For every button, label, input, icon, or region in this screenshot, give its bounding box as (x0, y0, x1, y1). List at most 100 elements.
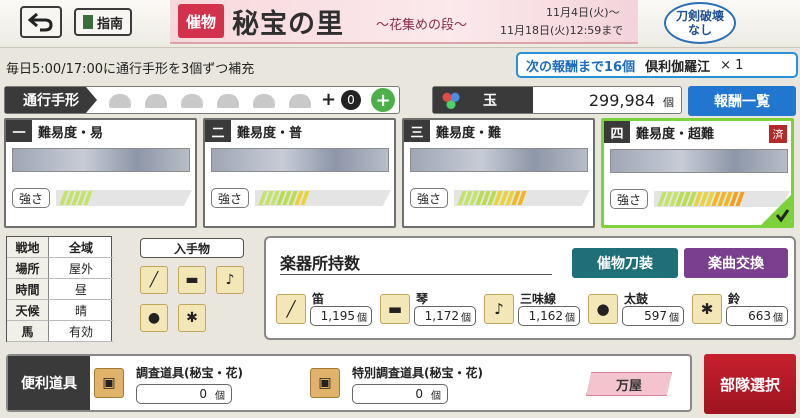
difficulty-image (410, 148, 588, 172)
currency-label-box: 玉 (433, 87, 533, 113)
shop-button[interactable]: 万屋 (586, 372, 672, 396)
difficulty-title: 難易度・普 (237, 125, 303, 141)
currency-label: 玉 (483, 93, 497, 109)
next-reward-item: 倶利伽羅江 (645, 59, 711, 75)
count-unit: 個 (461, 312, 471, 324)
guide-button[interactable]: 指南 (74, 8, 132, 36)
condition-value: 屋外 (49, 258, 113, 279)
condition-key: 場所 (7, 258, 49, 279)
difficulty-title: 難易度・超難 (636, 126, 715, 142)
strength-label: 強さ (211, 188, 249, 208)
bell-icon: ✱ (178, 304, 206, 332)
acquisitions-box: 入手物 ╱ ▬ ♪ ● ✱ (140, 236, 250, 340)
tool-name: 調査道具(秘宝・花) (136, 366, 243, 380)
strength-label: 強さ (610, 189, 648, 209)
condition-value: 有効 (49, 321, 113, 342)
difficulty-title: 難易度・難 (436, 125, 502, 141)
reward-list-button[interactable]: 報酬一覧 (688, 86, 796, 116)
difficulty-card-1[interactable]: 一 難易度・易 強さ (4, 118, 197, 228)
sword-break-badge: 刀剣破壊 なし (664, 2, 736, 44)
tools-label: 便利道具 (8, 356, 90, 410)
condition-value: 全域 (49, 237, 113, 258)
difficulty-title: 難易度・易 (38, 125, 104, 141)
difficulty-image (211, 148, 389, 172)
pass-extra-count: 0 (341, 90, 361, 110)
instrument-item: ● 太鼓 597 個 (588, 290, 688, 334)
banner-tag: 催物 (178, 4, 224, 38)
flute-icon: ╱ (140, 266, 168, 294)
difficulty-image (12, 148, 190, 172)
pass-slot-icon (109, 94, 131, 108)
difficulty-num: 三 (404, 120, 430, 142)
music-exchange-button[interactable]: 楽曲交換 (684, 248, 788, 278)
next-reward-box: 次の報酬まで16個 倶利伽羅江 × 1 (516, 52, 798, 78)
instrument-count: 663 個 (726, 306, 788, 326)
condition-key: 天候 (7, 300, 49, 321)
strength-gauge (454, 190, 590, 206)
instrument-item: ╱ 笛 1,195 個 (276, 290, 376, 334)
pass-slot-icon (217, 94, 239, 108)
acquisitions-title: 入手物 (140, 238, 244, 258)
count-unit: 個 (565, 312, 575, 324)
banner-date-end: 11月18日(火)12:59まで (500, 24, 624, 37)
difficulty-head: 二 難易度・普 (205, 120, 302, 142)
difficulty-card-3[interactable]: 三 難易度・難 強さ (402, 118, 595, 228)
banner-subtitle: 〜花集めの段〜 (376, 18, 468, 33)
unit-select-button[interactable]: 部隊選択 (704, 354, 796, 414)
survey-tool-icon: ▣ (94, 368, 124, 398)
difficulty-head: 四 難易度・超難 (604, 121, 714, 143)
instrument-count: 597 個 (622, 306, 684, 326)
special-survey-tool-icon: ▣ (310, 368, 340, 398)
count-value: 0 (415, 387, 423, 401)
strength-gauge (255, 190, 391, 206)
koto-icon: ▬ (178, 266, 206, 294)
count-unit: 個 (215, 390, 225, 402)
refill-info: 毎日5:00/17:00に通行手形を3個ずつ補充 (6, 62, 255, 77)
break-badge-line1: 刀剣破壊 (675, 9, 724, 23)
taiko-icon: ● (140, 304, 168, 332)
plus-circle-icon[interactable]: + (371, 88, 395, 112)
instrument-name: 琴 (416, 292, 429, 306)
count-unit: 個 (773, 312, 783, 324)
book-icon (82, 15, 93, 29)
tool-count: 0個 (136, 384, 232, 404)
event-banner: 催物 秘宝の里 〜花集めの段〜 11月4日(火)〜 11月18日(火)12:59… (170, 0, 638, 44)
conditions-panel: 戦地 全域 場所 屋外 時間 昼 天候 晴 馬 有効 入手物 ╱ ▬ ♪ ● ✱ (6, 236, 256, 342)
pass-slot-icon (253, 94, 275, 108)
currency-bar: 玉 299,984 個 (432, 86, 682, 114)
guide-label: 指南 (96, 16, 123, 32)
difficulty-num: 四 (604, 121, 630, 143)
difficulty-card-2[interactable]: 二 難易度・普 強さ (203, 118, 396, 228)
flute-icon: ╱ (276, 294, 306, 324)
pass-plus: + (321, 89, 337, 110)
koto-icon: ▬ (380, 294, 410, 324)
event-gear-button[interactable]: 催物刀装 (572, 248, 678, 278)
instruments-divider (280, 274, 552, 275)
instruments-panel: 楽器所持数 催物刀装 楽曲交換 ╱ 笛 1,195 個 ▬ 琴 1,172 個 ♪ … (264, 236, 796, 340)
instruments-title: 楽器所持数 (280, 254, 361, 273)
count-unit: 個 (357, 312, 367, 324)
instrument-item: ✱ 鈴 663 個 (692, 290, 792, 334)
banner-date-start: 11月4日(火)〜 (546, 6, 620, 19)
next-reward-qty: × 1 (720, 57, 744, 73)
bell-icon: ✱ (692, 294, 722, 324)
tool-name: 特別調査道具(秘宝・花) (352, 366, 483, 380)
condition-key: 時間 (7, 279, 49, 300)
count-value: 663 (748, 309, 771, 323)
gem-cluster-icon (441, 91, 461, 109)
shamisen-icon: ♪ (484, 294, 514, 324)
instrument-count: 1,162 個 (518, 306, 580, 326)
pass-label: 通行手形 (5, 87, 97, 113)
difficulty-image (610, 149, 788, 173)
strength-label: 強さ (410, 188, 448, 208)
difficulty-card-4[interactable]: 四 難易度・超難 済 強さ (601, 118, 794, 228)
instrument-name: 三味線 (520, 292, 557, 306)
currency-value: 299,984 (588, 91, 655, 110)
instrument-item: ♪ 三味線 1,162 個 (484, 290, 584, 334)
count-unit: 個 (669, 312, 679, 324)
back-button[interactable] (20, 6, 62, 38)
instrument-item: ▬ 琴 1,172 個 (380, 290, 480, 334)
break-badge-line2: なし (687, 23, 712, 37)
instrument-name: 鈴 (728, 292, 741, 306)
count-unit: 個 (431, 390, 441, 402)
